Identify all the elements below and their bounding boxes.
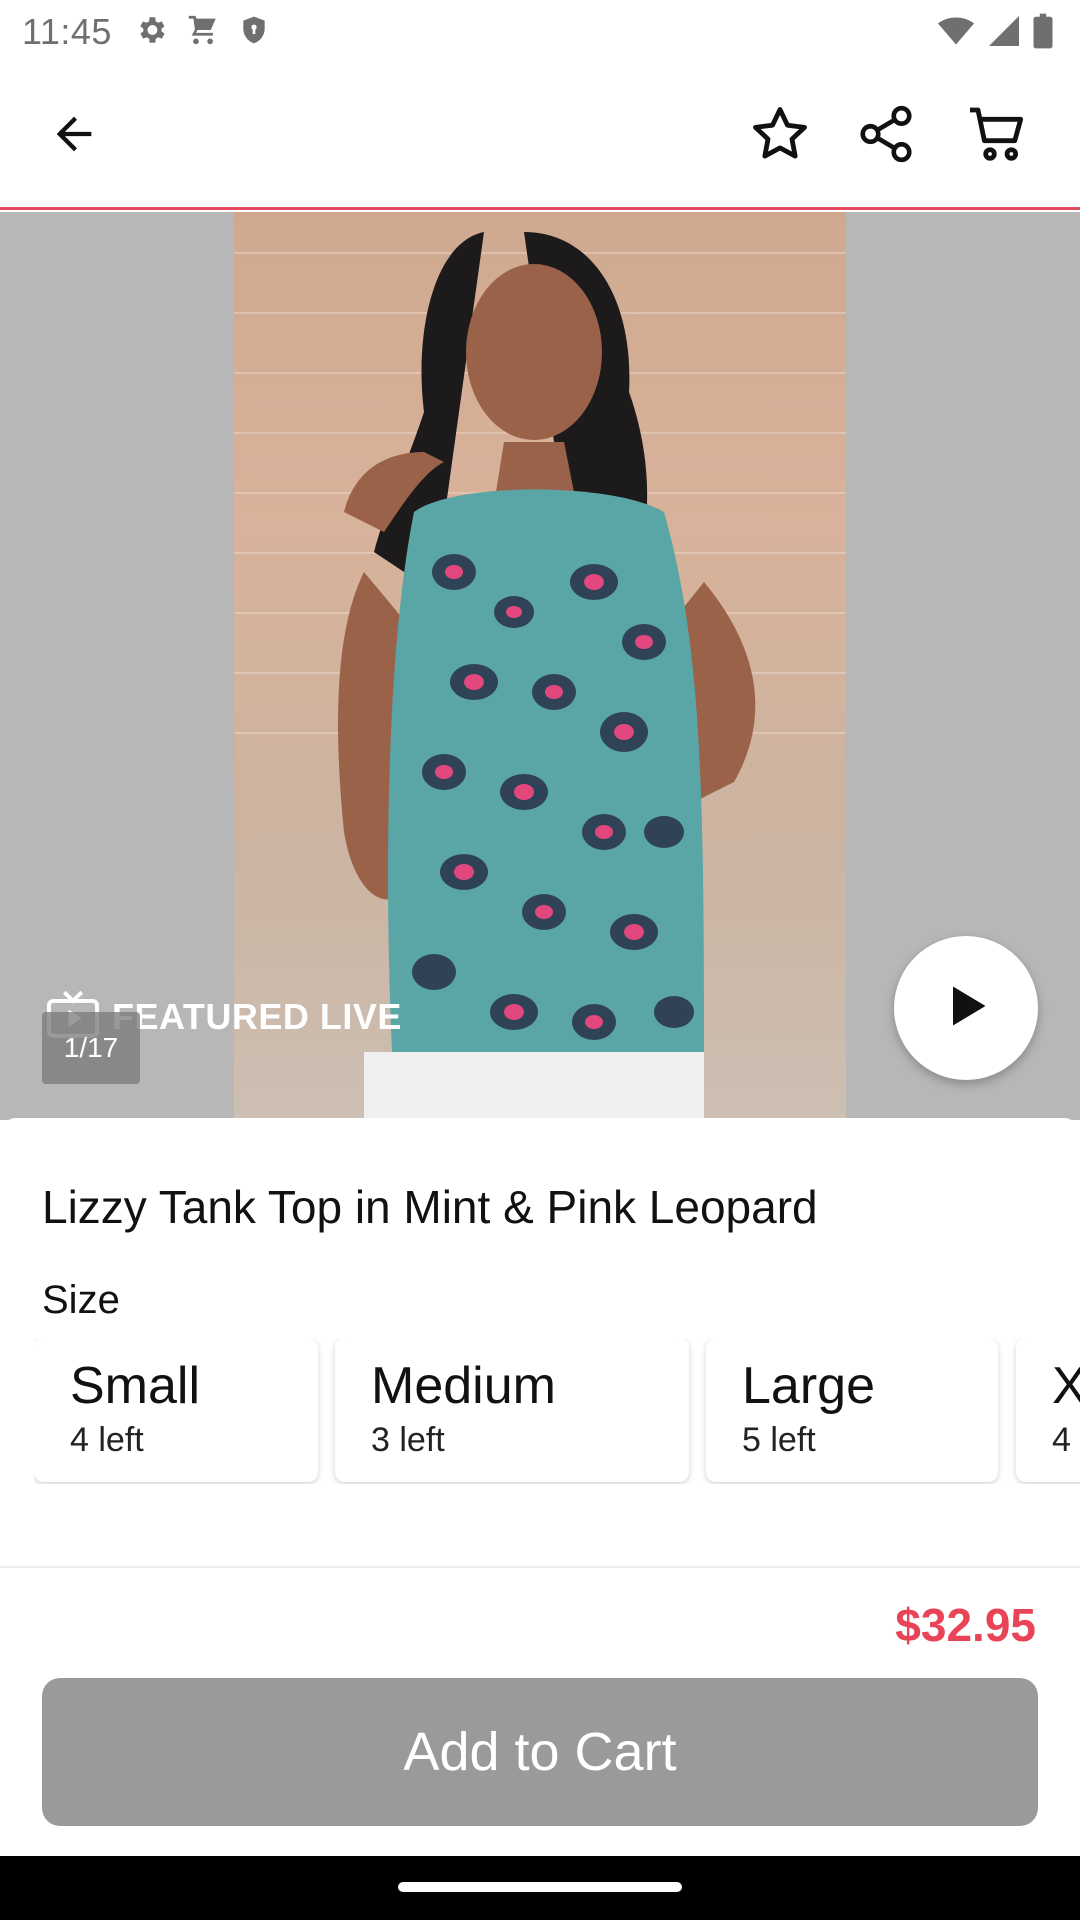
star-icon [748,102,812,171]
size-name: Large [742,1357,875,1415]
home-indicator[interactable] [398,1882,682,1892]
model-figure [338,232,756,1120]
product-photo [234,212,846,1120]
size-name: X [1052,1357,1080,1415]
cart-icon [966,102,1030,171]
favorite-button[interactable] [740,96,820,176]
back-button[interactable] [34,96,114,176]
status-system-icons [936,12,1054,55]
back-arrow-icon [48,108,100,165]
size-option-medium[interactable]: Medium 3 left [335,1338,689,1482]
share-button[interactable] [846,96,926,176]
add-to-cart-button[interactable]: Add to Cart [42,1678,1038,1826]
product-price: $32.95 [895,1599,1036,1651]
size-stock: 4 left [70,1421,144,1460]
shield-icon [238,13,270,52]
size-label: Size [42,1278,120,1322]
purchase-bar: $32.95 Add to Cart [0,1566,1080,1856]
cellular-icon [986,13,1022,54]
product-title: Lizzy Tank Top in Mint & Pink Leopard [42,1181,818,1233]
cart-button[interactable] [958,96,1038,176]
wifi-icon [936,13,976,54]
gear-icon [134,13,168,52]
size-name: Medium [371,1357,556,1415]
play-icon [940,980,992,1037]
system-nav-bar [0,1856,1080,1920]
size-stock: 3 left [371,1421,445,1460]
app-bar [0,64,1080,210]
cart-icon [186,13,220,52]
battery-icon [1032,12,1054,55]
product-details-sheet: Lizzy Tank Top in Mint & Pink Leopard Si… [0,1118,1080,1566]
featured-live-text: FEATURED LIVE [112,995,402,1037]
product-image-carousel[interactable]: FEATURED LIVE 1/17 [0,212,1080,1120]
size-options[interactable]: Small 4 left Medium 3 left Large 5 left … [34,1338,1080,1484]
status-time: 11:45 [22,11,112,52]
size-stock: 5 left [742,1421,816,1460]
size-option-xl[interactable]: X 4 [1016,1338,1080,1482]
play-video-button[interactable] [894,936,1038,1080]
image-counter-badge: 1/17 [42,1012,140,1084]
share-icon [855,103,917,170]
size-option-large[interactable]: Large 5 left [706,1338,998,1482]
status-bar: 11:45 [0,0,1080,64]
status-notification-icons [134,13,270,52]
size-stock: 4 [1052,1421,1071,1460]
size-name: Small [70,1357,201,1415]
size-option-small[interactable]: Small 4 left [34,1338,318,1482]
